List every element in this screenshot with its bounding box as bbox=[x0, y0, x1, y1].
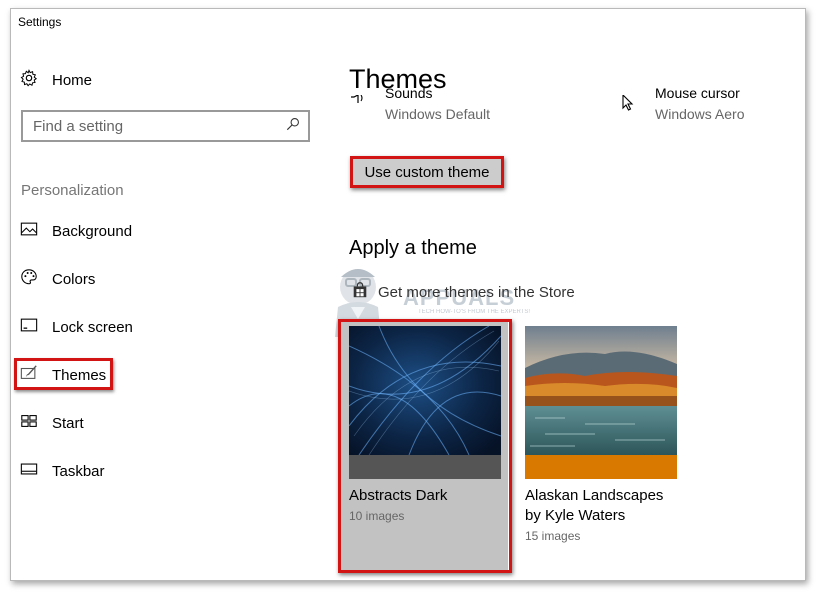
picture-icon bbox=[20, 220, 38, 242]
gear-icon bbox=[20, 68, 38, 92]
sidebar-item-background[interactable]: Background bbox=[20, 219, 132, 243]
alaskan-landscapes-accent-bar bbox=[525, 455, 677, 479]
sidebar-item-label: Background bbox=[52, 222, 133, 240]
sidebar-item-taskbar[interactable]: Taskbar bbox=[20, 459, 105, 483]
taskbar-icon bbox=[20, 460, 38, 482]
sidebar-item-label: Lock screen bbox=[52, 318, 133, 336]
mouse-cursor-value: Windows Aero bbox=[655, 106, 745, 122]
search-icon[interactable] bbox=[286, 117, 300, 136]
settings-window: Settings Home Personalization Background… bbox=[10, 8, 806, 581]
speaker-icon bbox=[349, 94, 373, 131]
palette-icon bbox=[20, 268, 38, 290]
store-link[interactable]: Get more themes in the Store bbox=[351, 281, 575, 303]
mouse-cursor-setting[interactable]: Mouse cursor Windows Aero bbox=[619, 85, 745, 131]
sidebar-item-label: Colors bbox=[52, 270, 96, 288]
store-link-label: Get more themes in the Store bbox=[378, 283, 575, 301]
start-grid-icon bbox=[20, 412, 38, 434]
theme-image-count: 15 images bbox=[525, 529, 581, 543]
search-box[interactable] bbox=[21, 110, 310, 142]
window-title: Settings bbox=[18, 15, 62, 29]
sidebar-item-colors[interactable]: Colors bbox=[20, 267, 95, 291]
selected-theme-highlight-box bbox=[338, 319, 512, 573]
home-nav-item[interactable]: Home bbox=[20, 68, 93, 92]
lock-screen-icon bbox=[20, 316, 38, 338]
use-custom-theme-button[interactable]: Use custom theme bbox=[350, 156, 504, 188]
store-icon bbox=[351, 281, 369, 303]
cursor-icon bbox=[619, 93, 643, 131]
mouse-cursor-label-clipped: Mouse cursor bbox=[655, 85, 740, 101]
search-input[interactable] bbox=[33, 117, 263, 135]
sidebar-item-label: Start bbox=[52, 414, 84, 432]
sidebar-item-start[interactable]: Start bbox=[20, 411, 84, 435]
sounds-value: Windows Default bbox=[385, 106, 491, 122]
watermark-subtext: TECH HOW-TO'S FROM THE EXPERTS! bbox=[418, 309, 531, 315]
alaskan-landscapes-thumbnail bbox=[525, 326, 677, 455]
themes-highlight-box bbox=[14, 358, 113, 390]
theme-card-alaskan-landscapes[interactable]: Alaskan Landscapes by Kyle Waters 15 ima… bbox=[525, 326, 677, 543]
home-label: Home bbox=[52, 71, 93, 89]
section-title-personalization: Personalization bbox=[21, 182, 124, 199]
sounds-label-clipped: Sounds bbox=[385, 85, 433, 101]
theme-name: Alaskan Landscapes by Kyle Waters bbox=[525, 487, 664, 524]
sidebar-item-label: Taskbar bbox=[52, 462, 105, 480]
sounds-setting[interactable]: Sounds Windows Default bbox=[349, 85, 491, 131]
sidebar-item-lock-screen[interactable]: Lock screen bbox=[20, 315, 133, 339]
